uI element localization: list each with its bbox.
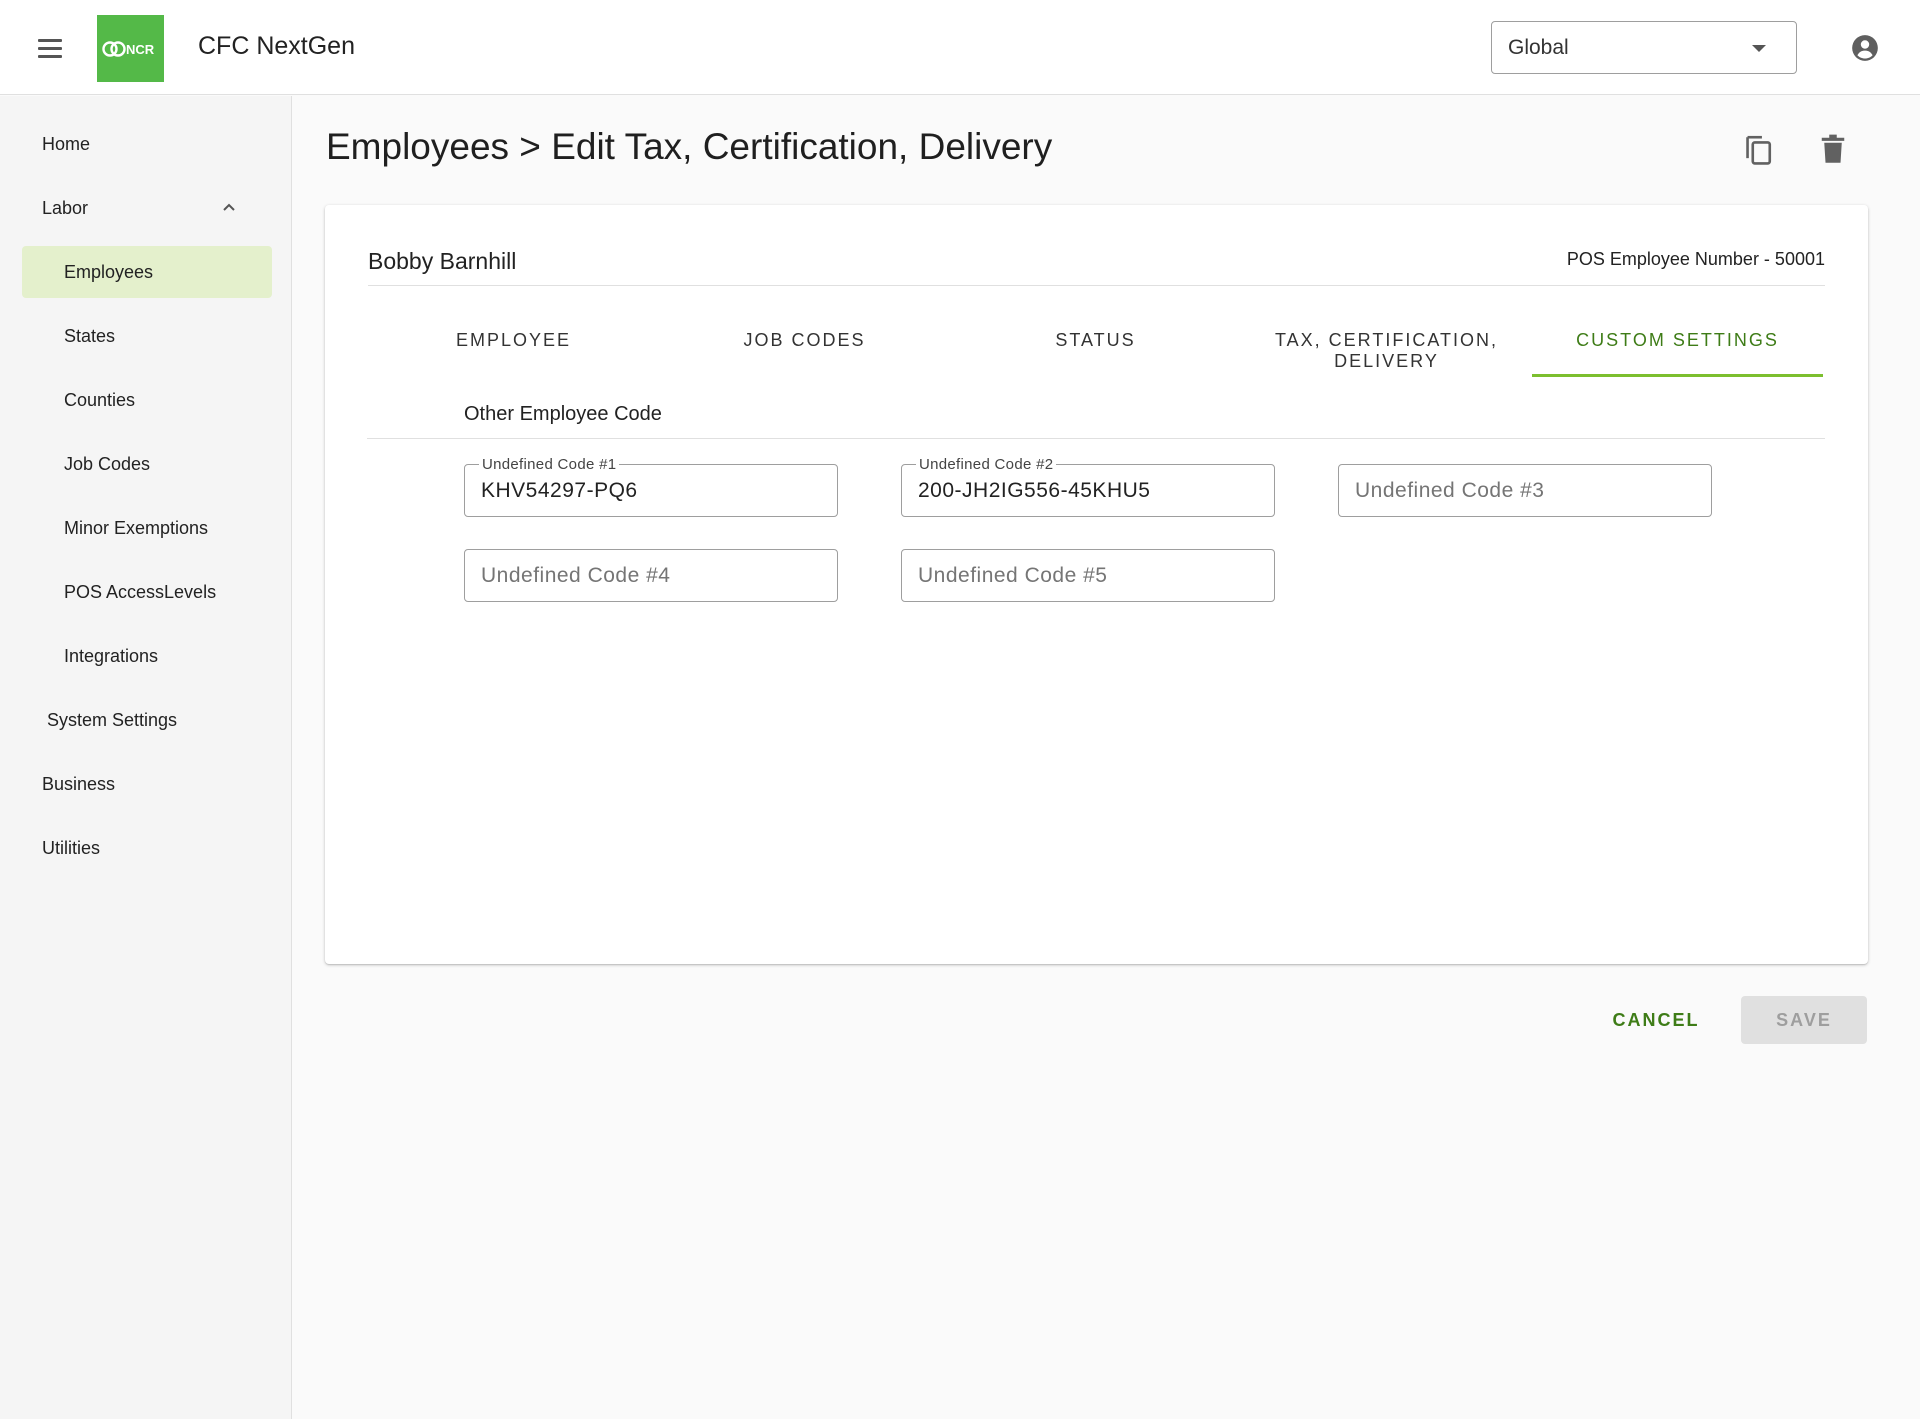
field-label: Undefined Code #1 bbox=[479, 456, 620, 473]
cancel-button[interactable]: CANCEL bbox=[1596, 996, 1716, 1044]
sidebar-item-business[interactable]: Business bbox=[42, 758, 115, 810]
delete-icon[interactable] bbox=[1820, 134, 1846, 164]
account-circle-icon[interactable] bbox=[1851, 34, 1879, 62]
sidebar-item-home[interactable]: Home bbox=[42, 118, 90, 170]
sidebar-item-utilities[interactable]: Utilities bbox=[42, 822, 100, 874]
sidebar-item-label: States bbox=[64, 325, 116, 346]
undefined-code-4-input[interactable] bbox=[465, 550, 837, 601]
sidebar-item-label: Counties bbox=[64, 389, 136, 410]
undefined-code-2-field: Undefined Code #2 bbox=[901, 456, 1275, 517]
sidebar-item-label: Home bbox=[42, 133, 91, 154]
sidebar-item-label: Labor bbox=[42, 197, 89, 218]
sidebar-item-label: Job Codes bbox=[64, 453, 151, 474]
scope-select[interactable]: Global bbox=[1491, 21, 1797, 74]
app-title: CFC NextGen bbox=[198, 32, 355, 60]
sidebar-item-label: Utilities bbox=[42, 837, 101, 858]
undefined-code-3-field bbox=[1338, 464, 1712, 517]
field-label: Undefined Code #2 bbox=[916, 456, 1057, 473]
sidebar-item-minor-exemptions[interactable]: Minor Exemptions bbox=[22, 502, 272, 554]
employee-name: Bobby Barnhill bbox=[368, 248, 517, 274]
sidebar-item-counties[interactable]: Counties bbox=[22, 374, 272, 426]
undefined-code-4-field bbox=[464, 549, 838, 602]
sidebar-item-system-settings[interactable]: System Settings bbox=[47, 694, 177, 746]
sidebar-nav: Home Labor Employees States Counties Job… bbox=[0, 96, 292, 1419]
tab-bar: EMPLOYEE JOB CODES STATUS TAX, CERTIFICA… bbox=[368, 305, 1825, 377]
sidebar-item-label: POS AccessLevels bbox=[64, 581, 217, 602]
hamburger-menu-icon[interactable] bbox=[30, 30, 70, 66]
sidebar-item-label: Employees bbox=[64, 261, 154, 282]
tab-custom-settings[interactable]: CUSTOM SETTINGS bbox=[1532, 305, 1823, 377]
section-title: Other Employee Code bbox=[464, 403, 662, 425]
chevron-up-icon bbox=[223, 203, 235, 211]
sidebar-item-labor[interactable]: Labor bbox=[42, 182, 272, 234]
page-title: Employees > Edit Tax, Certification, Del… bbox=[326, 126, 1053, 167]
undefined-code-5-input[interactable] bbox=[902, 550, 1274, 601]
sidebar-item-label: Integrations bbox=[64, 645, 159, 666]
sidebar-item-job-codes[interactable]: Job Codes bbox=[22, 438, 272, 490]
svg-text:NCR: NCR bbox=[126, 42, 155, 57]
copy-icon[interactable] bbox=[1742, 132, 1774, 166]
undefined-code-3-input[interactable] bbox=[1339, 465, 1711, 516]
tab-tax-certification-delivery[interactable]: TAX, CERTIFICATION, DELIVERY bbox=[1241, 305, 1532, 377]
sidebar-item-label: Business bbox=[42, 773, 116, 794]
ncr-logo: NCR bbox=[97, 15, 164, 82]
chevron-down-icon bbox=[1752, 45, 1766, 52]
top-app-bar: NCR CFC NextGen Global bbox=[0, 0, 1920, 95]
tab-status[interactable]: STATUS bbox=[950, 305, 1241, 377]
sidebar-item-label: Minor Exemptions bbox=[64, 517, 209, 538]
sidebar-item-label: System Settings bbox=[47, 709, 178, 730]
tab-employee[interactable]: EMPLOYEE bbox=[368, 305, 659, 377]
undefined-code-5-field bbox=[901, 549, 1275, 602]
divider bbox=[367, 438, 1825, 439]
save-button[interactable]: SAVE bbox=[1741, 996, 1867, 1044]
sidebar-item-employees[interactable]: Employees bbox=[22, 246, 272, 298]
sidebar-item-integrations[interactable]: Integrations bbox=[22, 630, 272, 682]
tab-job-codes[interactable]: JOB CODES bbox=[659, 305, 950, 377]
sidebar-item-pos-access-levels[interactable]: POS AccessLevels bbox=[22, 566, 272, 618]
ncr-logo-mark: NCR bbox=[101, 40, 155, 57]
sidebar-item-states[interactable]: States bbox=[22, 310, 272, 362]
scope-select-value: Global bbox=[1508, 35, 1569, 59]
employee-edit-card: Bobby Barnhill POS Employee Number - 500… bbox=[325, 205, 1868, 964]
undefined-code-1-field: Undefined Code #1 bbox=[464, 456, 838, 517]
divider bbox=[368, 285, 1825, 286]
pos-employee-number: POS Employee Number - 50001 bbox=[1566, 249, 1825, 269]
